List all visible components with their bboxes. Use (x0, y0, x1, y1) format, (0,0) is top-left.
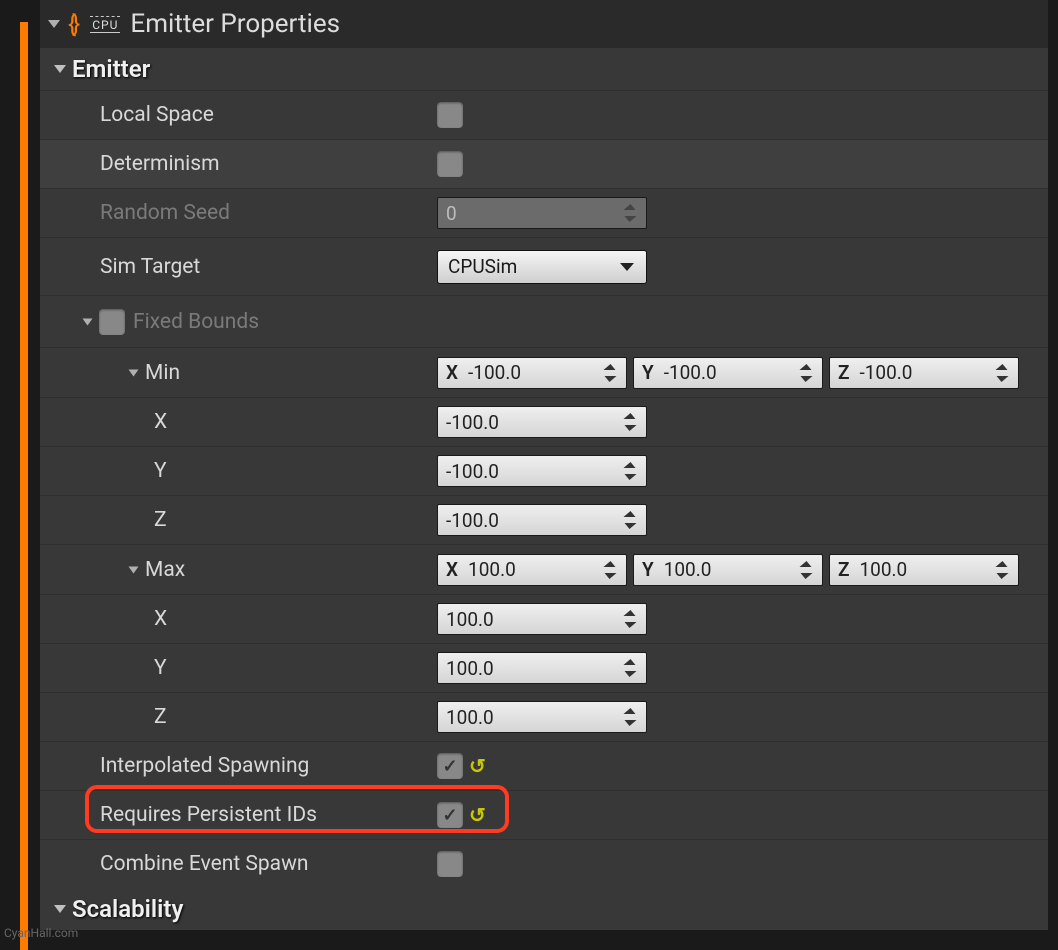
input-min-z[interactable]: Z-100.0 (829, 357, 1019, 389)
label-requires-persistent-ids: Requires Persistent IDs (100, 803, 317, 827)
chevron-down-icon (54, 905, 66, 913)
dropdown-sim-target[interactable]: CPUSim (437, 250, 647, 284)
cpu-badge: CPU (90, 16, 120, 33)
row-local-space: Local Space (40, 90, 1048, 139)
input-min-y-single[interactable]: -100.0 (437, 455, 647, 487)
label-interpolated-spawning: Interpolated Spawning (100, 754, 309, 778)
input-max-x-single[interactable]: 100.0 (437, 603, 647, 635)
drag-icon (798, 562, 814, 578)
section-scalability-header[interactable]: Scalability (40, 888, 1048, 930)
chevron-down-icon[interactable] (83, 318, 93, 325)
row-max-z: Z 100.0 (40, 692, 1048, 741)
input-max-z[interactable]: Z100.0 (829, 554, 1019, 586)
drag-icon (994, 562, 1010, 578)
checkbox-local-space[interactable] (437, 102, 463, 128)
input-max-z-single[interactable]: 100.0 (437, 701, 647, 733)
label-random-seed: Random Seed (100, 201, 230, 225)
properties-panel: CPU Emitter Properties Emitter Local Spa… (40, 0, 1048, 950)
drag-icon (622, 611, 638, 627)
drag-icon (622, 205, 638, 221)
section-scalability-title: Scalability (72, 895, 183, 923)
row-max-y: Y 100.0 (40, 643, 1048, 692)
chevron-down-icon[interactable] (129, 566, 139, 573)
label-min-y: Y (154, 459, 167, 483)
row-interpolated-spawning: Interpolated Spawning ↺ (40, 741, 1048, 790)
row-sim-target: Sim Target CPUSim (40, 237, 1048, 295)
drag-icon (622, 463, 638, 479)
checkbox-determinism[interactable] (437, 151, 463, 177)
panel-collapse-caret-icon[interactable] (48, 20, 60, 28)
row-combine-event-spawn: Combine Event Spawn (40, 839, 1048, 888)
reset-icon[interactable]: ↺ (469, 803, 486, 827)
row-min-z: Z -100.0 (40, 495, 1048, 544)
label-determinism: Determinism (100, 152, 220, 176)
checkbox-requires-persistent-ids[interactable] (437, 802, 463, 828)
reset-icon[interactable]: ↺ (469, 754, 486, 778)
checkbox-fixed-bounds[interactable] (99, 309, 125, 335)
checkbox-combine-event-spawn[interactable] (437, 851, 463, 877)
label-fixed-bounds: Fixed Bounds (133, 310, 259, 334)
drag-icon (622, 660, 638, 676)
row-max-x: X 100.0 (40, 594, 1048, 643)
panel-header: CPU Emitter Properties (40, 0, 1048, 48)
row-requires-persistent-ids: Requires Persistent IDs ↺ (40, 790, 1048, 839)
label-combine-event-spawn: Combine Event Spawn (100, 852, 308, 876)
checkbox-interpolated-spawning[interactable] (437, 753, 463, 779)
accent-bar (20, 22, 28, 950)
input-random-seed: 0 (437, 197, 647, 229)
chevron-down-icon (54, 65, 66, 73)
drag-icon (602, 562, 618, 578)
drag-icon (994, 365, 1010, 381)
label-max: Max (145, 558, 185, 582)
drag-icon (622, 414, 638, 430)
label-max-y: Y (154, 656, 167, 680)
label-max-z: Z (154, 705, 167, 729)
brackets-icon (68, 12, 80, 36)
row-min-y: Y -100.0 (40, 446, 1048, 495)
row-fixed-bounds: Fixed Bounds (40, 295, 1048, 347)
label-min-x: X (154, 410, 167, 434)
input-min-x-single[interactable]: -100.0 (437, 406, 647, 438)
watermark: CyanHall.com (4, 926, 78, 940)
label-max-x: X (154, 607, 167, 631)
row-determinism: Determinism (40, 139, 1048, 188)
section-emitter-title: Emitter (72, 55, 150, 83)
row-max: Max X100.0 Y100.0 Z100.0 (40, 544, 1048, 594)
panel-title: Emitter Properties (130, 9, 340, 39)
section-emitter-header[interactable]: Emitter (40, 48, 1048, 90)
input-min-z-single[interactable]: -100.0 (437, 504, 647, 536)
row-random-seed: Random Seed 0 (40, 188, 1048, 237)
row-min-x: X -100.0 (40, 397, 1048, 446)
input-min-x[interactable]: X-100.0 (437, 357, 627, 389)
label-min-z: Z (154, 508, 167, 532)
input-max-y-single[interactable]: 100.0 (437, 652, 647, 684)
input-max-x[interactable]: X100.0 (437, 554, 627, 586)
row-min: Min X-100.0 Y-100.0 Z-100.0 (40, 347, 1048, 397)
input-max-y[interactable]: Y100.0 (633, 554, 823, 586)
chevron-down-icon[interactable] (129, 369, 139, 376)
drag-icon (798, 365, 814, 381)
drag-icon (622, 512, 638, 528)
label-local-space: Local Space (100, 103, 214, 127)
input-min-y[interactable]: Y-100.0 (633, 357, 823, 389)
drag-icon (622, 709, 638, 725)
drag-icon (602, 365, 618, 381)
label-min: Min (145, 361, 180, 385)
label-sim-target: Sim Target (100, 255, 200, 279)
